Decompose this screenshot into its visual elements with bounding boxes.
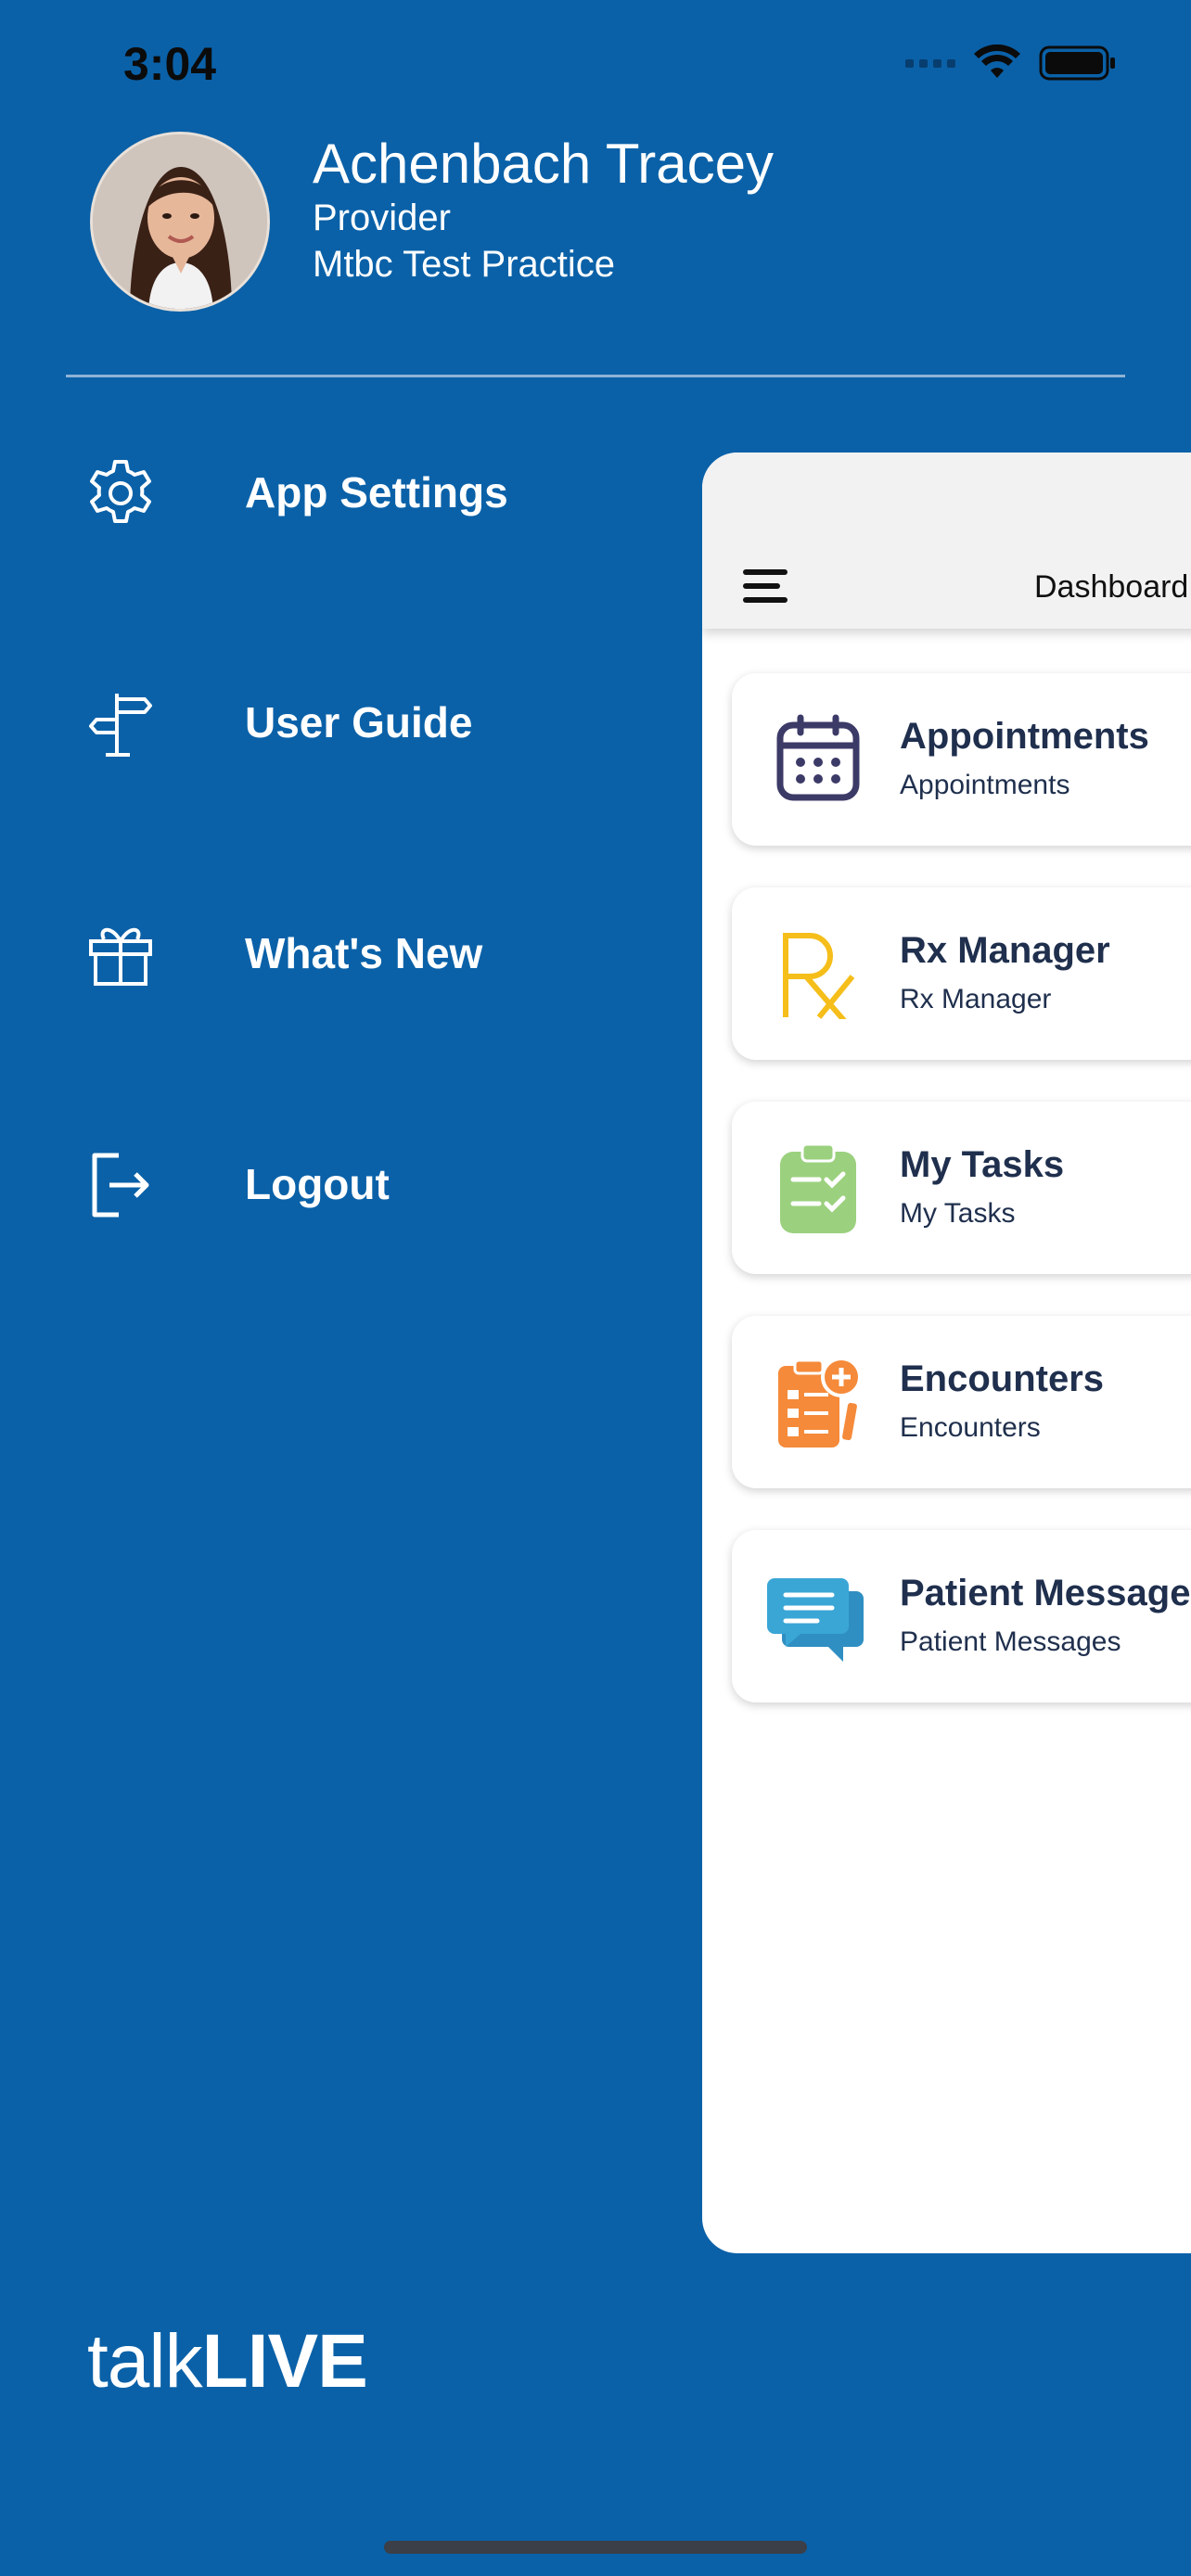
menu-item-whats-new[interactable]: What's New xyxy=(0,899,668,1010)
battery-icon xyxy=(1039,45,1115,81)
card-my-tasks[interactable]: My Tasks My Tasks xyxy=(732,1102,1191,1274)
home-indicator[interactable] xyxy=(384,2541,807,2554)
profile-name: Achenbach Tracey xyxy=(313,133,774,195)
menu-label-whats-new: What's New xyxy=(245,929,483,977)
wifi-icon xyxy=(974,45,1020,78)
brand-light: talk xyxy=(87,2319,203,2404)
card-appointments[interactable]: Appointments Appointments xyxy=(732,673,1191,846)
card-patient-messages[interactable]: Patient Messages Patient Messages xyxy=(732,1530,1191,1702)
status-icons xyxy=(905,45,1117,82)
profile-role: Provider xyxy=(313,198,451,238)
card-subtitle: Patient Messages xyxy=(900,1626,1121,1657)
dashboard-header: Dashboard xyxy=(702,453,1191,629)
logout-icon xyxy=(92,1153,149,1218)
card-title: Rx Manager xyxy=(900,930,1110,971)
card-title: My Tasks xyxy=(900,1144,1065,1185)
card-subtitle: Appointments xyxy=(900,770,1070,800)
status-time: 3:04 xyxy=(123,38,217,90)
calendar-icon xyxy=(776,714,860,801)
encounter-document-icon xyxy=(778,1357,862,1447)
talklive-logo: talkLIVE xyxy=(87,2318,368,2405)
dashboard-panel[interactable]: Dashboard Appointments Appointments Rx M… xyxy=(702,453,1191,2253)
card-subtitle: Rx Manager xyxy=(900,984,1052,1014)
profile-divider xyxy=(66,375,1125,377)
chat-bubbles-icon xyxy=(767,1578,864,1662)
gift-icon xyxy=(89,927,152,986)
card-title: Appointments xyxy=(900,716,1149,757)
menu-item-user-guide[interactable]: User Guide xyxy=(0,668,668,779)
rx-icon xyxy=(783,933,855,1019)
profile-practice: Mtbc Test Practice xyxy=(313,244,616,285)
card-encounters[interactable]: Encounters Encounters xyxy=(732,1316,1191,1488)
card-subtitle: Encounters xyxy=(900,1412,1041,1443)
menu-item-app-settings[interactable]: App Settings xyxy=(0,438,668,549)
menu-label-logout: Logout xyxy=(245,1160,390,1208)
card-title: Encounters xyxy=(900,1358,1105,1399)
menu-label-user-guide: User Guide xyxy=(245,698,473,746)
card-rx-manager[interactable]: Rx Manager Rx Manager xyxy=(732,887,1191,1060)
signpost-icon xyxy=(89,694,152,757)
card-title: Patient Messages xyxy=(900,1573,1191,1613)
cellular-signal-icon xyxy=(905,58,955,68)
card-subtitle: My Tasks xyxy=(900,1198,1016,1229)
brand-bold: LIVE xyxy=(201,2319,368,2404)
menu-label-app-settings: App Settings xyxy=(245,468,508,516)
menu-item-logout[interactable]: Logout xyxy=(0,1129,668,1241)
clipboard-check-icon xyxy=(780,1142,856,1233)
avatar[interactable] xyxy=(90,132,270,312)
hamburger-menu-icon[interactable] xyxy=(743,569,788,603)
avatar-photo xyxy=(93,134,267,309)
gear-icon xyxy=(90,460,151,523)
dashboard-title: Dashboard xyxy=(1034,569,1189,605)
